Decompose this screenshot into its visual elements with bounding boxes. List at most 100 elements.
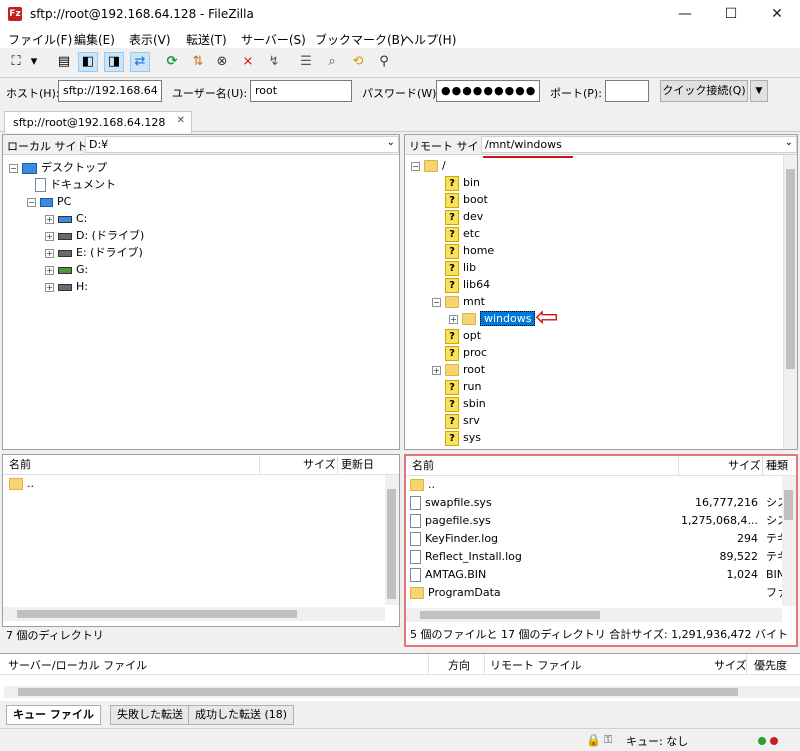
scrollbar-thumb[interactable]	[786, 169, 795, 369]
menu-help[interactable]: ヘルプ(H)	[402, 31, 456, 48]
search-icon[interactable]: ⚲	[374, 52, 394, 72]
tree-item-drive-c[interactable]: + C:	[9, 210, 144, 227]
scrollbar-thumb[interactable]	[420, 611, 600, 619]
collapse-icon[interactable]: −	[27, 197, 36, 207]
tree-item-dev[interactable]: ? dev	[411, 208, 535, 225]
refresh-icon[interactable]: ⟳	[162, 52, 182, 72]
expand-icon[interactable]: +	[432, 365, 441, 375]
tree-item-drive-g[interactable]: + G:	[9, 261, 144, 278]
host-input[interactable]: sftp://192.168.64	[58, 80, 162, 102]
list-item[interactable]: KeyFinder.log 294 テキ	[406, 530, 796, 548]
scrollbar-thumb[interactable]	[17, 610, 297, 618]
collapse-icon[interactable]: −	[432, 297, 441, 307]
expand-icon[interactable]: +	[45, 248, 54, 258]
column-priority[interactable]: 優先度	[754, 657, 787, 673]
scrollbar-thumb[interactable]	[784, 490, 793, 520]
process-queue-icon[interactable]: ⇅	[188, 52, 208, 72]
menu-edit[interactable]: 編集(E)	[74, 31, 115, 48]
filter-icon[interactable]: ☰	[296, 52, 316, 72]
message-log-icon[interactable]: ▤	[54, 52, 74, 72]
tree-item-desktop[interactable]: − デスクトップ	[9, 159, 144, 176]
menu-bookmarks[interactable]: ブックマーク(B)	[315, 31, 405, 48]
quickconnect-button[interactable]: クイック接続(Q)	[660, 80, 748, 102]
password-input[interactable]: ●●●●●●●●●	[436, 80, 540, 102]
site-manager-icon[interactable]: ⛶	[6, 52, 26, 72]
tree-item-boot[interactable]: ? boot	[411, 191, 535, 208]
tree-item-documents[interactable]: ドキュメント	[9, 176, 144, 193]
column-remote-file[interactable]: リモート ファイル	[490, 657, 582, 673]
remote-tree-icon[interactable]: ◨	[104, 52, 124, 72]
close-button[interactable]: ✕	[754, 0, 800, 28]
tab-successful-transfers[interactable]: 成功した転送 (18)	[188, 705, 295, 725]
list-item[interactable]: Reflect_Install.log 89,522 テキ	[406, 548, 796, 566]
list-item[interactable]: ProgramData ファ	[406, 584, 796, 602]
collapse-icon[interactable]: −	[411, 161, 420, 171]
menu-view[interactable]: 表示(V)	[129, 31, 171, 48]
menu-server[interactable]: サーバー(S)	[241, 31, 306, 48]
tree-item-drive-d[interactable]: + D: (ドライブ)	[9, 227, 144, 244]
tab-connection[interactable]: sftp://root@192.168.64.128 ✕	[4, 111, 192, 133]
column-size[interactable]: サイズ	[728, 456, 761, 476]
sync-browse-icon[interactable]: ⟲	[348, 52, 368, 72]
menu-transfer[interactable]: 転送(T)	[186, 31, 227, 48]
compare-icon[interactable]: ⌕	[322, 52, 342, 72]
column-size[interactable]: サイズ	[714, 657, 747, 673]
disconnect-icon[interactable]: ⨯	[238, 52, 258, 72]
expand-icon[interactable]: +	[45, 231, 54, 241]
collapse-icon[interactable]: −	[9, 163, 18, 173]
local-vertical-scrollbar[interactable]	[385, 475, 399, 605]
column-name[interactable]: 名前	[9, 455, 31, 475]
quickconnect-dropdown-button[interactable]: ▼	[750, 80, 768, 102]
queue-horizontal-scrollbar[interactable]	[4, 686, 800, 698]
remote-path-input[interactable]: /mnt/windows ⌄	[481, 136, 797, 153]
port-input[interactable]	[605, 80, 649, 102]
tree-item-drive-e[interactable]: + E: (ドライブ)	[9, 244, 144, 261]
tree-item-lib[interactable]: ? lib	[411, 259, 535, 276]
tree-item-mnt[interactable]: − mnt	[411, 293, 535, 310]
column-direction[interactable]: 方向	[448, 657, 470, 673]
list-item[interactable]: AMTAG.BIN 1,024 BIN	[406, 566, 796, 584]
tab-failed-transfers[interactable]: 失敗した転送	[110, 705, 190, 725]
cancel-icon[interactable]: ⊗	[212, 52, 232, 72]
local-path-input[interactable]: D:¥ ⌄	[85, 136, 399, 153]
reconnect-icon[interactable]: ↯	[264, 52, 284, 72]
user-input[interactable]: root	[250, 80, 352, 102]
scrollbar-thumb[interactable]	[18, 688, 738, 696]
menu-file[interactable]: ファイル(F)	[8, 31, 72, 48]
chevron-down-icon[interactable]: ⌄	[387, 137, 395, 148]
tab-queued-files[interactable]: キュー ファイル	[6, 705, 101, 725]
scrollbar-thumb[interactable]	[387, 489, 396, 599]
tree-item-pc[interactable]: − PC	[9, 193, 144, 210]
tree-item-bin[interactable]: ? bin	[411, 174, 535, 191]
local-tree-icon[interactable]: ◧	[78, 52, 98, 72]
expand-icon[interactable]: +	[45, 265, 54, 275]
column-modified[interactable]: 更新日	[341, 455, 374, 475]
column-type[interactable]: 種類	[766, 456, 788, 476]
tree-item-root-dir[interactable]: + root	[411, 361, 535, 378]
tree-item-sbin[interactable]: ? sbin	[411, 395, 535, 412]
transfer-queue-icon[interactable]: ⇄	[130, 52, 150, 72]
column-size[interactable]: サイズ	[303, 455, 336, 475]
column-name[interactable]: 名前	[412, 456, 434, 476]
tree-item-srv[interactable]: ? srv	[411, 412, 535, 429]
minimize-button[interactable]: —	[662, 0, 708, 28]
tree-item-lib64[interactable]: ? lib64	[411, 276, 535, 293]
expand-icon[interactable]: +	[449, 314, 458, 324]
chevron-down-icon[interactable]: ⌄	[785, 137, 793, 148]
maximize-button[interactable]: ☐	[708, 0, 754, 28]
remote-tree-scrollbar[interactable]	[783, 155, 797, 449]
remote-vertical-scrollbar[interactable]	[782, 476, 796, 606]
list-item[interactable]: ..	[3, 475, 399, 493]
tree-item-opt[interactable]: ? opt	[411, 327, 535, 344]
tab-close-icon[interactable]: ✕	[177, 115, 185, 126]
tree-item-sys[interactable]: ? sys	[411, 429, 535, 446]
tree-item-etc[interactable]: ? etc	[411, 225, 535, 242]
tree-item-windows[interactable]: + windows	[411, 310, 536, 327]
tree-item-proc[interactable]: ? proc	[411, 344, 535, 361]
column-server-local-file[interactable]: サーバー/ローカル ファイル	[8, 657, 147, 673]
expand-icon[interactable]: +	[45, 282, 54, 292]
remote-horizontal-scrollbar[interactable]	[406, 608, 782, 622]
tree-item-drive-h[interactable]: + H:	[9, 278, 144, 295]
tree-item-root[interactable]: − /	[411, 157, 535, 174]
list-item[interactable]: swapfile.sys 16,777,216 シス	[406, 494, 796, 512]
